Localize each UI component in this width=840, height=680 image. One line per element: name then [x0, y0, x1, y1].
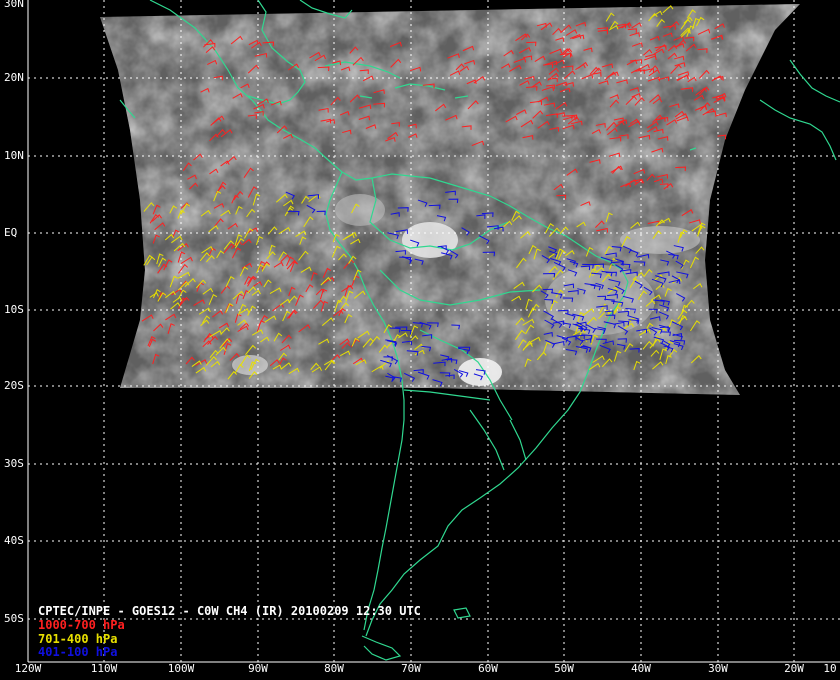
lon-label-110w: 110W: [90, 662, 118, 675]
lon-label-100w: 100W: [167, 662, 195, 675]
satellite-wind-map: 30N 20N 10N EQ 10S 20S 30S 40S 50S 120W …: [0, 0, 840, 680]
map-canvas: [27, 0, 840, 663]
lon-label-40w: 40W: [631, 662, 651, 675]
lat-label-40s: 40S: [4, 534, 24, 547]
legend-high-level: 401-100 hPa: [38, 645, 118, 659]
lat-label-30n: 30N: [4, 0, 24, 10]
lon-label-90w: 90W: [248, 662, 268, 675]
lat-label-10s: 10S: [4, 303, 24, 316]
lon-label-10w: 10: [823, 662, 837, 675]
map-title: CPTEC/INPE - GOES12 - C0W CH4 (IR) 20100…: [38, 604, 421, 618]
lon-label-50w: 50W: [554, 662, 574, 675]
legend-low-level: 1000-700 hPa: [38, 618, 125, 632]
lon-label-30w: 30W: [708, 662, 728, 675]
lon-label-70w: 70W: [401, 662, 421, 675]
lon-label-60w: 60W: [478, 662, 498, 675]
legend-mid-level: 701-400 hPa: [38, 632, 118, 646]
lat-label-50s: 50S: [4, 612, 24, 625]
lat-label-10n: 10N: [4, 149, 24, 162]
lon-label-80w: 80W: [324, 662, 344, 675]
lat-label-30s: 30S: [4, 457, 24, 470]
lon-label-120w: 120W: [14, 662, 42, 675]
lat-label-eq: EQ: [4, 226, 18, 239]
lat-label-20s: 20S: [4, 379, 24, 392]
lon-label-20w: 20W: [784, 662, 804, 675]
lat-label-20n: 20N: [4, 71, 24, 84]
satellite-image: [100, 4, 800, 395]
